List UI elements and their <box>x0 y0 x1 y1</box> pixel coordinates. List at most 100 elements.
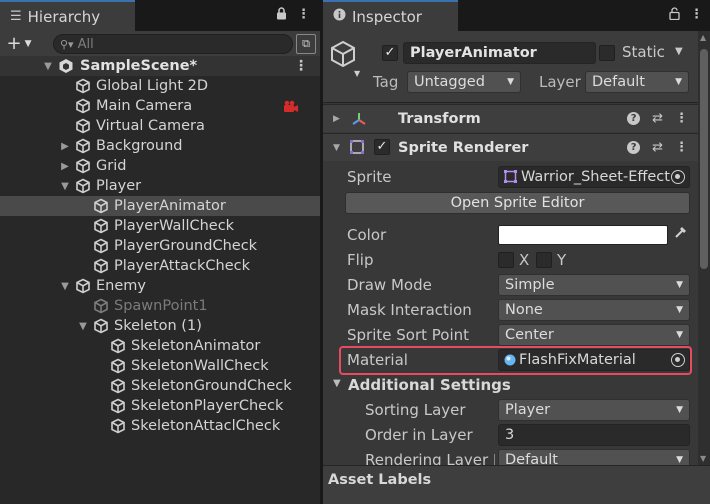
chevron-down-icon[interactable]: ▼ <box>59 181 71 192</box>
scrollbar-thumb[interactable] <box>700 49 708 269</box>
hierarchy-item[interactable]: PlayerGroundCheck <box>0 236 320 256</box>
scroll-up-icon[interactable]: ▲ <box>700 33 706 42</box>
hierarchy-item[interactable]: Virtual Camera <box>0 116 320 136</box>
sorting-layer-label: Sorting Layer <box>365 401 466 419</box>
hierarchy-panel: ☰ Hierarchy ⋮ + ▼ ⚲▾ All ⧉ ▼ SampleScene* <box>0 0 320 504</box>
kebab-menu-icon[interactable]: ⋮ <box>675 111 688 126</box>
hierarchy-item[interactable]: Main Camera <box>0 96 320 116</box>
sprite-object-field[interactable]: Warrior_Sheet-Effect <box>498 166 690 188</box>
chevron-down-icon[interactable]: ▼ <box>333 378 341 389</box>
scroll-down-icon[interactable]: ▼ <box>700 454 706 463</box>
open-sprite-editor-button[interactable]: Open Sprite Editor <box>345 192 690 214</box>
hierarchy-item[interactable]: SkeletonWallCheck <box>0 356 320 376</box>
flip-x-label: X <box>519 251 530 269</box>
help-icon[interactable]: ? <box>627 112 641 125</box>
transform-title: Transform <box>398 110 481 127</box>
flip-x-checkbox[interactable] <box>498 252 514 268</box>
color-swatch[interactable] <box>498 225 668 245</box>
hierarchy-item[interactable]: PlayerAttackCheck <box>0 256 320 276</box>
hierarchy-item-label: PlayerGroundCheck <box>114 238 258 254</box>
chevron-right-icon[interactable]: ▶ <box>59 161 71 172</box>
object-picker-icon[interactable] <box>671 353 685 367</box>
chevron-right-icon[interactable]: ▶ <box>59 141 71 152</box>
chevron-down-icon[interactable]: ▼ <box>42 61 54 72</box>
hierarchy-tree: ▼ SampleScene* ⋮ Global Light 2D Main Cam… <box>0 56 320 436</box>
layer-dropdown[interactable]: Default ▼ <box>585 71 689 93</box>
chevron-down-icon[interactable]: ▼ <box>77 321 89 332</box>
lock-icon[interactable] <box>669 7 680 24</box>
hierarchy-item[interactable]: SpawnPoint1 <box>0 296 320 316</box>
help-icon[interactable]: ? <box>627 141 641 154</box>
additional-settings-foldout[interactable]: ▼ Additional Settings <box>323 374 698 398</box>
eyedropper-icon[interactable] <box>674 225 688 243</box>
gameobject-icon <box>94 218 108 234</box>
hierarchy-item-label: SpawnPoint1 <box>114 298 208 314</box>
asset-labels-bar[interactable]: Asset Labels <box>323 465 710 504</box>
chevron-down-icon: ▼ <box>24 38 32 49</box>
material-object-field[interactable]: FlashFixMaterial <box>498 349 690 371</box>
hierarchy-item[interactable]: ▶ Background <box>0 136 320 156</box>
kebab-menu-icon[interactable]: ⋮ <box>297 7 310 24</box>
list-icon: ☰ <box>10 9 22 24</box>
gameobject-icon <box>94 318 108 334</box>
kebab-menu-icon[interactable]: ⋮ <box>675 140 688 155</box>
layer-value: Default <box>592 74 645 90</box>
search-placeholder: All <box>77 36 94 52</box>
flip-y-label: Y <box>557 251 567 269</box>
preset-icon[interactable]: ⇄ <box>652 111 663 126</box>
chevron-down-icon[interactable]: ▼ <box>354 69 360 78</box>
hierarchy-item[interactable]: ▼ Skeleton (1) <box>0 316 320 336</box>
static-checkbox[interactable] <box>599 45 615 61</box>
inspector-scrollbar[interactable]: ▲ ▼ <box>698 31 710 465</box>
color-property: Color <box>323 223 698 248</box>
chevron-down-icon[interactable]: ▼ <box>333 143 340 153</box>
create-button[interactable]: + ▼ <box>0 31 38 56</box>
transform-component-header[interactable]: ▶ Transform ? ⇄ ⋮ <box>323 104 698 132</box>
flip-y-checkbox[interactable] <box>536 252 552 268</box>
hierarchy-item[interactable]: SkeletonGroundCheck <box>0 376 320 396</box>
chevron-down-icon[interactable]: ▼ <box>59 281 71 292</box>
hierarchy-item[interactable]: Global Light 2D <box>0 76 320 96</box>
hierarchy-item[interactable]: PlayerWallCheck <box>0 216 320 236</box>
sprite-sort-point-dropdown[interactable]: Center ▼ <box>498 324 690 346</box>
object-picker-icon[interactable] <box>671 170 685 184</box>
chevron-right-icon[interactable]: ▶ <box>333 114 340 124</box>
gameobject-icon <box>94 258 108 274</box>
tab-inspector[interactable]: Inspector <box>323 0 458 31</box>
object-name-field[interactable]: PlayerAnimator <box>403 42 596 64</box>
sprite-renderer-enabled-checkbox[interactable]: ✓ <box>374 139 390 155</box>
hierarchy-item[interactable]: ▼ Enemy <box>0 276 320 296</box>
sorting-layer-dropdown[interactable]: Player ▼ <box>498 399 690 421</box>
sprite-renderer-tools: ? ⇄ ⋮ <box>627 140 688 155</box>
hierarchy-item[interactable]: ▶ Grid <box>0 156 320 176</box>
scene-row[interactable]: ▼ SampleScene* ⋮ <box>0 56 320 76</box>
sprite-property: Sprite Warrior_Sheet-Effect <box>323 165 698 190</box>
gameobject-icon <box>76 278 90 294</box>
tag-dropdown[interactable]: Untagged ▼ <box>407 71 521 93</box>
hierarchy-item[interactable]: ▼ Player <box>0 176 320 196</box>
active-checkbox[interactable]: ✓ <box>382 45 398 61</box>
flip-property: Flip X Y <box>323 248 698 273</box>
mask-interaction-dropdown[interactable]: None ▼ <box>498 299 690 321</box>
tab-hierarchy[interactable]: ☰ Hierarchy <box>0 0 135 31</box>
asset-labels-title: Asset Labels <box>328 472 432 488</box>
hierarchy-item[interactable]: SkeletonPlayerCheck <box>0 396 320 416</box>
hierarchy-item[interactable]: PlayerAnimator <box>0 196 320 216</box>
kebab-menu-icon[interactable]: ⋮ <box>690 7 703 24</box>
hierarchy-item[interactable]: SkeletonAttaclCheck <box>0 416 320 436</box>
sprite-renderer-title: Sprite Renderer <box>398 139 529 156</box>
preset-icon[interactable]: ⇄ <box>652 140 663 155</box>
sprite-renderer-icon <box>350 140 364 154</box>
gameobject-icon[interactable] <box>329 40 357 68</box>
hierarchy-item-label: Enemy <box>96 278 146 294</box>
static-dropdown-icon[interactable]: ▼ <box>675 46 683 57</box>
scene-menu-icon[interactable]: ⋮ <box>294 58 308 74</box>
search-input[interactable]: ⚲▾ All <box>53 34 293 54</box>
hierarchy-item[interactable]: SkeletonAnimator <box>0 336 320 356</box>
lock-icon[interactable] <box>276 7 287 24</box>
order-in-layer-field[interactable]: 3 <box>498 424 690 446</box>
camera-warning-icon <box>284 100 298 112</box>
sprite-renderer-component-header[interactable]: ▼ ✓ Sprite Renderer ? ⇄ ⋮ <box>323 133 698 161</box>
scene-visibility-icon[interactable]: ⧉ <box>296 34 316 54</box>
draw-mode-dropdown[interactable]: Simple ▼ <box>498 274 690 296</box>
